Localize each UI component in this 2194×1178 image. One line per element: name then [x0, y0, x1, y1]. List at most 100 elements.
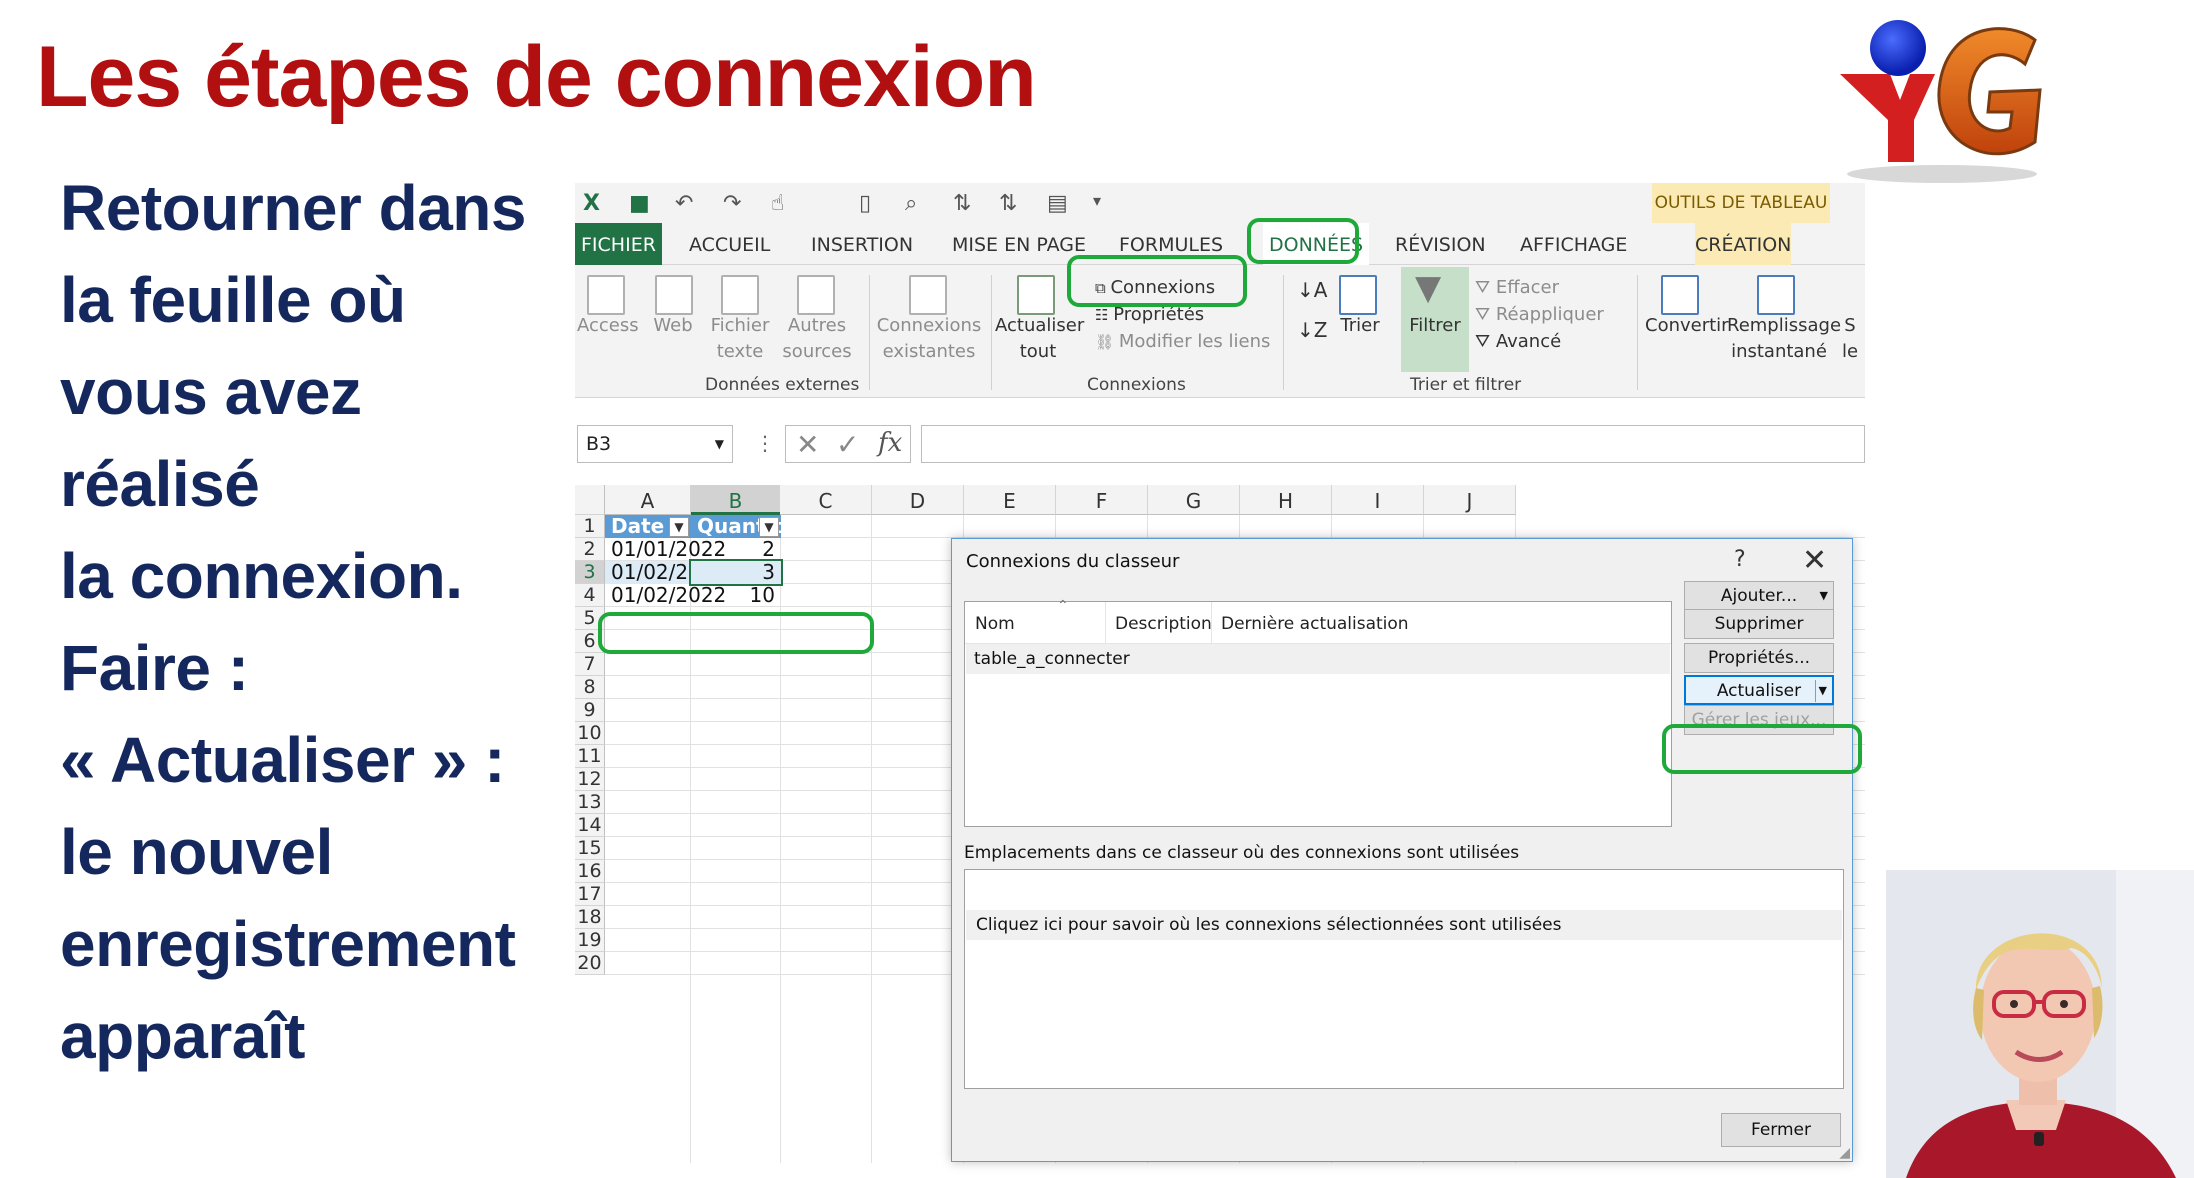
sort-desc-icon[interactable]: ⇅: [999, 191, 1017, 216]
column-nom[interactable]: Nom: [975, 614, 1015, 634]
column-description[interactable]: Description: [1115, 614, 1212, 634]
text-file-button-line1[interactable]: Fichier: [705, 313, 775, 339]
tab-accueil[interactable]: ACCUEIL: [689, 223, 770, 265]
refresh-all-button-line2[interactable]: tout: [995, 339, 1081, 365]
edit-links-button[interactable]: ⛓ Modifier les liens: [1095, 329, 1270, 355]
sort-az-icon[interactable]: ↓A: [1297, 277, 1327, 303]
column-last-refresh[interactable]: Dernière actualisation: [1221, 614, 1409, 634]
select-all-corner[interactable]: [575, 485, 605, 515]
column-header-e[interactable]: E: [964, 485, 1056, 515]
clear-button[interactable]: ⛛ Effacer: [1475, 275, 1559, 301]
column-header-a[interactable]: A: [605, 485, 691, 515]
insert-function-icon[interactable]: fx: [878, 428, 902, 458]
formula-bar[interactable]: [921, 425, 1865, 463]
row-header-17[interactable]: 17: [575, 883, 605, 906]
access-button[interactable]: Access: [577, 313, 639, 339]
dropdown-arrow-icon[interactable]: ▼: [1819, 677, 1827, 705]
row-header-15[interactable]: 15: [575, 837, 605, 860]
remove-duplicates-button-line2[interactable]: le: [1835, 339, 1865, 365]
sort-button[interactable]: Trier: [1333, 313, 1387, 339]
properties-button[interactable]: Propriétés...: [1684, 643, 1834, 673]
column-header-h[interactable]: H: [1240, 485, 1332, 515]
column-header-c[interactable]: C: [780, 485, 872, 515]
row-header-4[interactable]: 4: [575, 584, 605, 607]
name-box-dropdown-icon[interactable]: ▼: [715, 426, 724, 462]
cell-quantite[interactable]: 3: [689, 559, 783, 586]
advanced-button[interactable]: ⛛ Avancé: [1475, 329, 1561, 355]
tab-fichier[interactable]: FICHIER: [575, 223, 662, 265]
enter-icon[interactable]: ✓: [836, 428, 859, 461]
column-header-b[interactable]: B: [691, 485, 781, 515]
resize-grip-icon[interactable]: ◢: [1839, 1145, 1850, 1161]
other-sources-button-line2[interactable]: sources: [781, 339, 853, 365]
remove-button[interactable]: Supprimer: [1684, 609, 1834, 639]
row-header-7[interactable]: 7: [575, 653, 605, 676]
row-header-8[interactable]: 8: [575, 676, 605, 699]
row-header-19[interactable]: 19: [575, 929, 605, 952]
locations-list[interactable]: Cliquez ici pour savoir où les connexion…: [964, 869, 1844, 1089]
customize-qat-icon[interactable]: ▾: [1093, 191, 1101, 210]
tab-affichage[interactable]: AFFICHAGE: [1520, 223, 1627, 265]
undo-icon[interactable]: ↶: [675, 191, 693, 216]
cell-quantite[interactable]: 10: [691, 584, 781, 607]
reapply-button[interactable]: ⛛ Réappliquer: [1475, 302, 1604, 328]
other-sources-button-line1[interactable]: Autres: [781, 313, 853, 339]
row-header-20[interactable]: 20: [575, 952, 605, 975]
column-header-f[interactable]: F: [1056, 485, 1148, 515]
column-header-i[interactable]: I: [1332, 485, 1424, 515]
column-header-g[interactable]: G: [1148, 485, 1240, 515]
row-header-14[interactable]: 14: [575, 814, 605, 837]
new-file-icon[interactable]: ▯: [859, 191, 871, 216]
cell-date[interactable]: 01/02/2022: [605, 561, 726, 584]
sort-za-icon[interactable]: ↓Z: [1297, 317, 1327, 343]
tab-mise-en-page[interactable]: MISE EN PAGE: [952, 223, 1086, 265]
locations-hint[interactable]: Cliquez ici pour savoir où les connexion…: [966, 910, 1842, 940]
row-header-2[interactable]: 2: [575, 538, 605, 561]
row-header-3[interactable]: 3: [575, 561, 605, 584]
row-header-16[interactable]: 16: [575, 860, 605, 883]
row-header-12[interactable]: 12: [575, 768, 605, 791]
redo-icon[interactable]: ↷: [723, 191, 741, 216]
text-to-columns-button[interactable]: Convertir: [1645, 313, 1729, 339]
instruction-line: apparaît: [60, 1000, 305, 1072]
row-header-10[interactable]: 10: [575, 722, 605, 745]
web-button[interactable]: Web: [645, 313, 701, 339]
sort-asc-icon[interactable]: ⇅: [953, 191, 971, 216]
list-item[interactable]: table_a_connecter: [966, 644, 1670, 674]
add-button[interactable]: Ajouter... ▼: [1684, 581, 1834, 611]
filter-dropdown-icon[interactable]: ▼: [759, 517, 779, 537]
close-icon[interactable]: ✕: [1802, 543, 1827, 578]
highlight-refresh-button: [1662, 724, 1862, 774]
existing-connections-button-line1[interactable]: Connexions: [875, 313, 983, 339]
flash-fill-button-line1[interactable]: Remplissage: [1727, 313, 1841, 339]
row-header-13[interactable]: 13: [575, 791, 605, 814]
cell-quantite[interactable]: 2: [691, 538, 781, 561]
row-header-11[interactable]: 11: [575, 745, 605, 768]
remove-duplicates-button-line1[interactable]: S: [1835, 313, 1865, 339]
row-header-9[interactable]: 9: [575, 699, 605, 722]
column-header-j[interactable]: J: [1424, 485, 1516, 515]
cell-date[interactable]: 01/01/2022: [605, 538, 726, 561]
text-file-button-line2[interactable]: texte: [705, 339, 775, 365]
cell-date[interactable]: 01/02/2022: [605, 584, 726, 607]
paste-icon[interactable]: ▤: [1047, 191, 1068, 216]
name-box[interactable]: B3 ▼: [577, 425, 733, 463]
tab-insertion[interactable]: INSERTION: [811, 223, 913, 265]
save-icon[interactable]: ■: [629, 191, 650, 216]
flash-fill-button-line2[interactable]: instantané: [1727, 339, 1831, 365]
cancel-icon[interactable]: ✕: [796, 428, 819, 461]
touch-mode-icon[interactable]: ☝: [771, 191, 784, 216]
close-button[interactable]: Fermer: [1721, 1113, 1841, 1147]
help-button[interactable]: ?: [1734, 547, 1746, 572]
refresh-all-button-line1[interactable]: Actualiser: [995, 313, 1084, 339]
print-preview-icon[interactable]: ⌕: [905, 191, 917, 216]
existing-connections-button-line2[interactable]: existantes: [875, 339, 983, 365]
column-header-d[interactable]: D: [872, 485, 964, 515]
row-header-1[interactable]: 1: [575, 515, 605, 538]
tab-revision[interactable]: RÉVISION: [1395, 223, 1486, 265]
row-header-18[interactable]: 18: [575, 906, 605, 929]
refresh-button[interactable]: Actualiser ▼: [1684, 675, 1834, 705]
connections-list[interactable]: ⌃ Nom Description Dernière actualisation…: [964, 598, 1672, 827]
filter-dropdown-icon[interactable]: ▼: [669, 517, 689, 537]
tab-creation[interactable]: CRÉATION: [1695, 223, 1792, 265]
